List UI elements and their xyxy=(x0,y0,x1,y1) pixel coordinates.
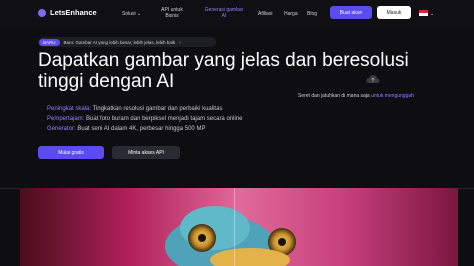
hero-section xyxy=(0,0,474,189)
chameleon-image xyxy=(165,206,296,266)
compare-slider-handle[interactable] xyxy=(234,188,235,266)
comparison-image[interactable] xyxy=(20,188,458,266)
